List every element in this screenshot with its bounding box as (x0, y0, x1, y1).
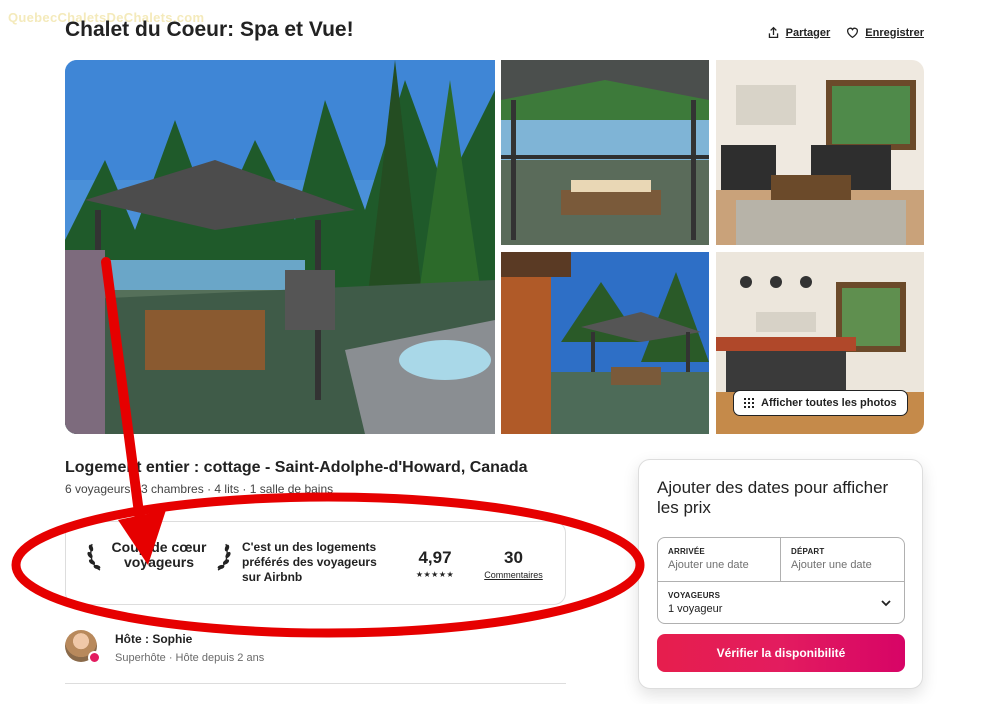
superhost-badge-icon (88, 651, 101, 664)
guest-favorite-description: C'est un des logements préférés des voya… (242, 540, 377, 584)
show-all-photos-label: Afficher toutes les photos (761, 397, 897, 409)
checkin-placeholder: Ajouter une date (668, 559, 749, 571)
guests-field[interactable]: VOYAGEURS 1 voyageur (658, 581, 904, 624)
show-all-photos-button[interactable]: Afficher toutes les photos (733, 390, 908, 416)
chevron-down-icon (881, 600, 891, 607)
host-name: Hôte : Sophie (115, 632, 193, 646)
booking-title: Ajouter des dates pour afficher les prix (657, 478, 889, 517)
checkin-label: ARRIVÉE (668, 547, 705, 556)
listing-title: Logement entier : cottage - Saint-Adolph… (65, 459, 528, 476)
photo-3[interactable] (501, 252, 709, 434)
guests-value: 1 voyageur (668, 603, 723, 615)
rating-value: 4,97 (418, 548, 452, 567)
check-availability-button[interactable]: Vérifier la disponibilité (657, 634, 905, 672)
guests-label: VOYAGEURS (668, 591, 721, 600)
save-label: Enregistrer (865, 26, 924, 39)
share-icon (768, 26, 778, 39)
checkout-field[interactable]: DÉPART Ajouter une date (781, 538, 905, 581)
checkout-label: DÉPART (791, 547, 825, 556)
checkin-field[interactable]: ARRIVÉE Ajouter une date (658, 538, 781, 581)
page-title: Chalet du Coeur: Spa et Vue! (65, 18, 354, 41)
date-picker: ARRIVÉE Ajouter une date DÉPART Ajouter … (657, 537, 905, 624)
grid-icon (744, 398, 754, 408)
checkout-placeholder: Ajouter une date (791, 559, 872, 571)
rating-stars: ★★★★★ (415, 570, 455, 579)
laurel-right-icon (217, 543, 231, 571)
photo-gallery (65, 60, 924, 434)
heart-icon (847, 27, 859, 39)
booking-card: Ajouter des dates pour afficher les prix… (638, 459, 923, 689)
avatar[interactable] (65, 630, 101, 664)
photo-1[interactable] (501, 60, 709, 245)
photo-main[interactable] (65, 60, 495, 434)
guest-favorite-badge: Coup de cœur voyageurs (86, 538, 232, 572)
host-section: Hôte : Sophie Superhôte · Hôte depuis 2 … (65, 630, 264, 664)
laurel-left-icon (87, 543, 101, 571)
share-label: Partager (785, 26, 831, 39)
listing-details: 6 voyageurs · 3 chambres · 4 lits · 1 sa… (65, 482, 334, 496)
header-actions: Partager Enregistrer (767, 26, 924, 39)
host-subtitle: Superhôte · Hôte depuis 2 ans (115, 652, 265, 664)
share-button[interactable]: Partager (767, 26, 831, 39)
reviews-link[interactable]: Commentaires (476, 570, 551, 580)
reviews-block[interactable]: 30 Commentaires (476, 548, 551, 580)
photo-2[interactable] (716, 60, 924, 245)
guest-favorite-label: Coup de cœur voyageurs (111, 539, 207, 570)
rating-block: 4,97 ★★★★★ (400, 548, 470, 579)
save-button[interactable]: Enregistrer (846, 26, 924, 39)
guest-favorite-card: Coup de cœur voyageurs C'est un des loge… (65, 521, 566, 605)
reviews-count: 30 (504, 548, 523, 567)
divider (65, 683, 566, 684)
